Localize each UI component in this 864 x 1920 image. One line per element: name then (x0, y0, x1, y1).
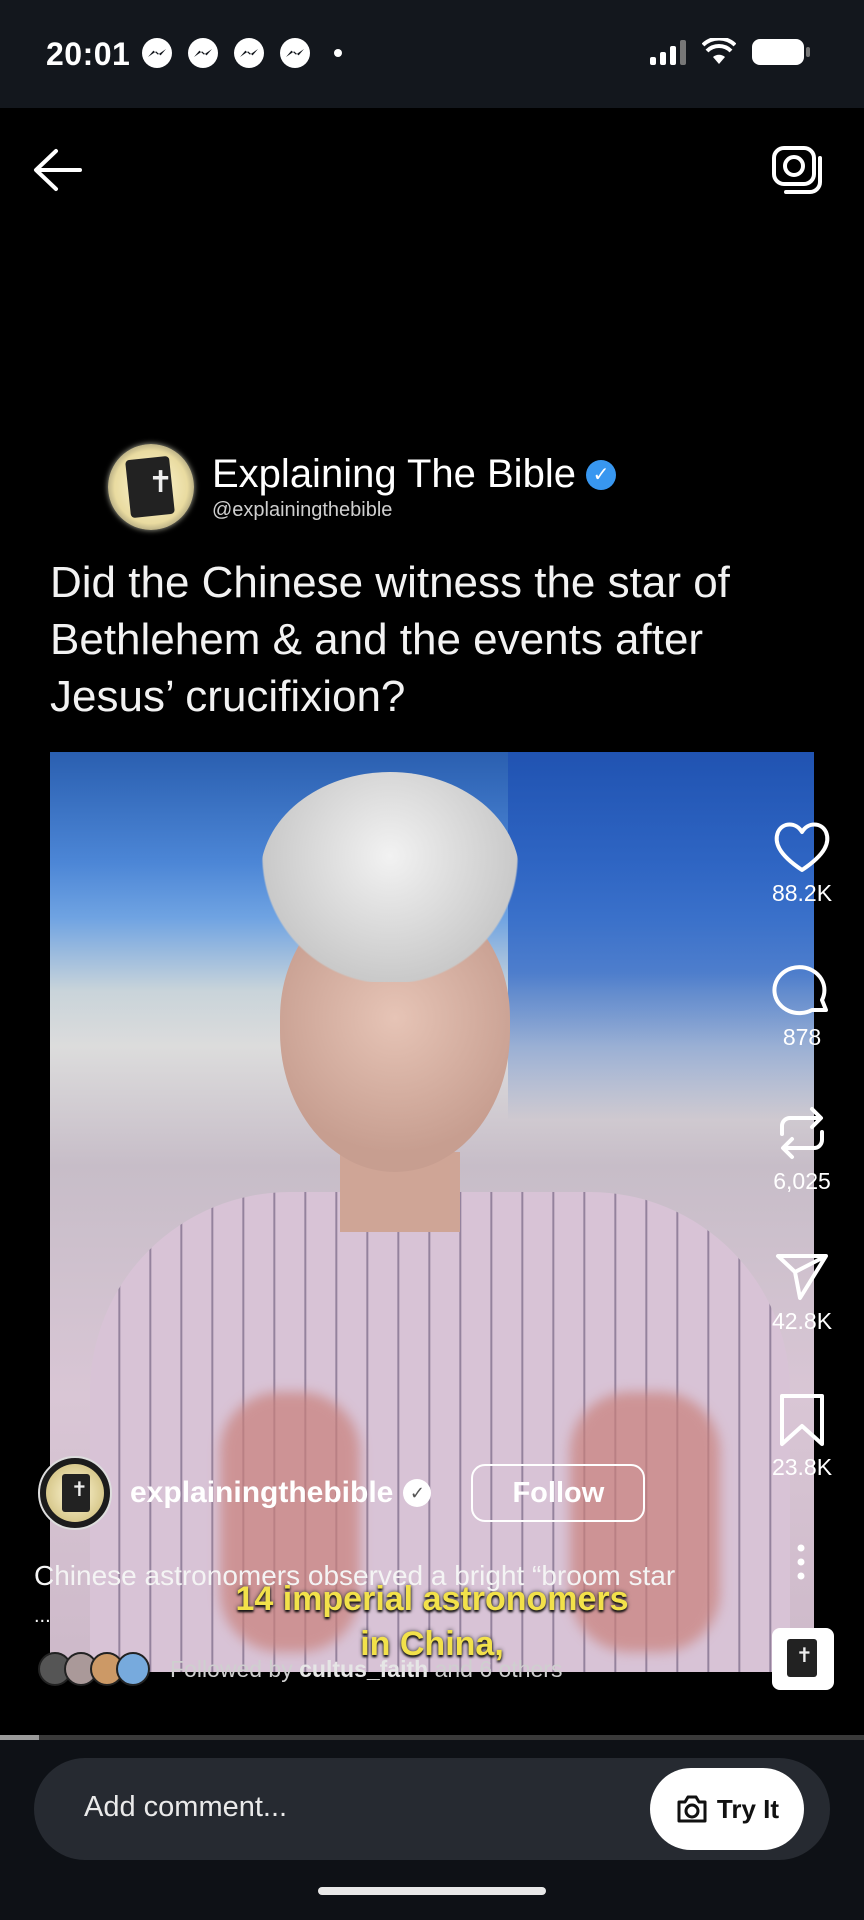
vertical-dots-icon (797, 1544, 805, 1580)
post-header: ✝ Explaining The Bible ✓ @explainingtheb… (108, 444, 616, 530)
follower-avatars (38, 1652, 150, 1686)
followed-by-row[interactable]: Followed by cultus_faith and 6 others (38, 1652, 562, 1686)
comment-bubble-icon (772, 965, 828, 1016)
chat-bubble-icon (188, 38, 218, 68)
share-action[interactable]: 42.8K (760, 1250, 844, 1335)
post-headline: Did the Chinese witness the star of Beth… (50, 558, 730, 721)
bible-logo-avatar: ✝ (108, 444, 194, 530)
audio-thumbnail[interactable]: ✝ (772, 1628, 834, 1690)
messenger-icon (234, 38, 264, 68)
heart-icon (774, 822, 830, 872)
save-action[interactable]: 23.8K (760, 1392, 844, 1481)
verified-badge-icon: ✓ (403, 1479, 432, 1507)
battery-icon (752, 39, 810, 65)
home-indicator[interactable] (318, 1887, 546, 1895)
like-action[interactable]: 88.2K (760, 820, 844, 907)
post-author-name: Explaining The Bible (212, 452, 576, 496)
comment-action[interactable]: 878 (760, 962, 844, 1051)
messenger-icon (280, 38, 310, 68)
try-it-button[interactable]: Try It (650, 1768, 804, 1850)
more-options-button[interactable] (776, 1542, 826, 1582)
signal-icon (650, 39, 686, 65)
add-comment-input[interactable]: Add comment... (84, 1791, 287, 1824)
owner-row: ✝ explainingthebible ✓ Follow (38, 1456, 646, 1530)
send-icon (776, 1254, 828, 1300)
messenger-icon (142, 38, 172, 68)
back-arrow-icon (34, 149, 82, 191)
repost-icon (780, 1107, 824, 1159)
camera-icon (772, 146, 822, 194)
camera-icon (677, 1795, 707, 1823)
like-count: 88.2K (771, 880, 833, 906)
repost-action[interactable]: 6,025 (760, 1104, 844, 1195)
comment-count: 878 (782, 1024, 822, 1050)
video-player[interactable]: 14 imperial astronomers in China, (50, 752, 814, 1672)
comment-bar[interactable]: Add comment... Try It (34, 1758, 830, 1860)
share-count: 42.8K (771, 1308, 833, 1334)
owner-avatar[interactable]: ✝ (38, 1456, 112, 1530)
verified-badge-icon: ✓ (585, 459, 616, 490)
try-it-label: Try It (716, 1793, 780, 1824)
repost-count: 6,025 (773, 1168, 831, 1194)
camera-button[interactable] (768, 140, 824, 196)
system-status-icons (650, 38, 810, 66)
followed-by-text: Followed by cultus_faith and 6 others (170, 1655, 563, 1682)
save-count: 23.8K (771, 1454, 833, 1480)
follow-button[interactable]: Follow (471, 1464, 646, 1522)
bookmark-icon (780, 1394, 824, 1446)
status-time: 20:01 (46, 36, 131, 72)
more-notifications-dot-icon (334, 49, 342, 57)
caption-more[interactable]: ... (34, 1605, 51, 1628)
owner-username[interactable]: explainingthebible (130, 1476, 393, 1510)
wifi-icon (702, 38, 736, 64)
post-author-handle: @explainingthebible (212, 499, 393, 521)
notification-icons (142, 38, 342, 68)
status-bar: 20:01 (0, 0, 864, 108)
post-caption[interactable]: Chinese astronomers observed a bright “b… (34, 1560, 754, 1592)
back-button[interactable] (30, 145, 86, 195)
